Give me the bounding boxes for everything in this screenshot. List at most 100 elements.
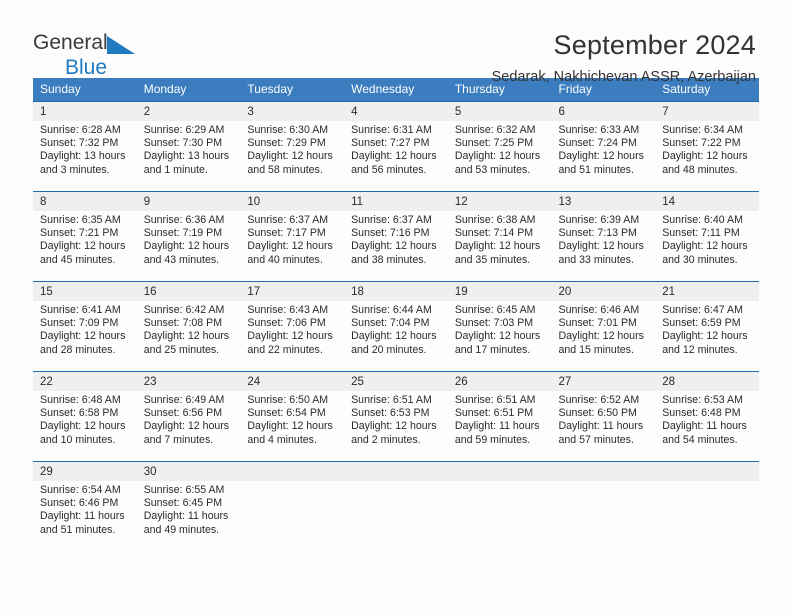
weekday-header-monday: Monday — [136, 78, 241, 101]
day-sun-info: Sunrise: 6:40 AM Sunset: 7:11 PM Daylight:… — [655, 211, 759, 267]
calendar-day-cell[interactable]: 2 Sunrise: 6:29 AM Sunset: 7:30 PM Daylight… — [136, 101, 241, 191]
calendar-day-cell[interactable]: 23 Sunrise: 6:49 AM Sunset: 6:56 PM Dayligh… — [136, 371, 241, 461]
sunset-text: Sunset: 7:08 PM — [143, 317, 223, 330]
calendar-day-cell[interactable]: 12 Sunrise: 6:38 AM Sunset: 7:14 PM Dayligh… — [447, 191, 552, 281]
sunset-text: Sunset: 7:09 PM — [40, 317, 119, 330]
day-sun-info: Sunrise: 6:35 AM Sunset: 7:21 PM Daylight:… — [33, 211, 137, 267]
daylight-text: Daylight: 12 hours — [40, 420, 126, 433]
sunrise-text: Sunrise: 6:41 AM — [40, 304, 121, 316]
day-box: 6 Sunrise: 6:33 AM Sunset: 7:24 PM Daylight… — [551, 101, 656, 187]
calendar-day-cell — [551, 461, 656, 551]
day-box: 30 Sunrise: 6:55 AM Sunset: 6:45 PM Dayligh… — [136, 461, 241, 547]
day-number: 11 — [344, 192, 448, 211]
day-sun-info: Sunrise: 6:54 AM Sunset: 6:46 PM Daylight:… — [33, 481, 137, 537]
calendar-day-cell[interactable]: 30 Sunrise: 6:55 AM Sunset: 6:45 PM Dayligh… — [136, 461, 241, 551]
day-sun-info: Sunrise: 6:34 AM Sunset: 7:22 PM Daylight:… — [655, 121, 759, 177]
day-box: 20 Sunrise: 6:46 AM Sunset: 7:01 PM Dayligh… — [551, 281, 656, 367]
calendar-day-cell[interactable]: 10 Sunrise: 6:37 AM Sunset: 7:17 PM Dayligh… — [240, 191, 345, 281]
day-box: 19 Sunrise: 6:45 AM Sunset: 7:03 PM Dayligh… — [447, 281, 552, 367]
brand-logo[interactable]: General Blue — [33, 26, 183, 79]
sunset-text: Sunset: 7:32 PM — [40, 137, 119, 150]
sunrise-text: Sunrise: 6:28 AM — [40, 124, 121, 136]
calendar-day-cell[interactable]: 4 Sunrise: 6:31 AM Sunset: 7:27 PM Daylight… — [344, 101, 448, 191]
calendar-day-cell[interactable]: 24 Sunrise: 6:50 AM Sunset: 6:54 PM Dayligh… — [240, 371, 345, 461]
sunset-text: Sunset: 6:54 PM — [247, 407, 326, 420]
sunrise-text: Sunrise: 6:31 AM — [351, 124, 432, 136]
brand-name-top: General — [33, 31, 108, 54]
calendar-day-cell[interactable]: 13 Sunrise: 6:39 AM Sunset: 7:13 PM Dayligh… — [551, 191, 656, 281]
daylight-text: Daylight: 12 hours — [40, 330, 126, 343]
calendar-day-cell[interactable]: 26 Sunrise: 6:51 AM Sunset: 6:51 PM Dayligh… — [447, 371, 552, 461]
calendar-day-cell — [344, 461, 448, 551]
day-box: 27 Sunrise: 6:52 AM Sunset: 6:50 PM Dayligh… — [551, 371, 656, 457]
calendar-day-cell[interactable]: 22 Sunrise: 6:48 AM Sunset: 6:58 PM Dayligh… — [33, 371, 137, 461]
calendar-day-cell[interactable]: 18 Sunrise: 6:44 AM Sunset: 7:04 PM Dayligh… — [344, 281, 448, 371]
day-box — [655, 461, 759, 547]
calendar-day-cell[interactable]: 19 Sunrise: 6:45 AM Sunset: 7:03 PM Dayligh… — [447, 281, 552, 371]
calendar-day-cell[interactable]: 6 Sunrise: 6:33 AM Sunset: 7:24 PM Daylight… — [551, 101, 656, 191]
sunset-text: Sunset: 7:16 PM — [351, 227, 430, 240]
sunrise-text: Sunrise: 6:48 AM — [40, 394, 121, 406]
sunrise-text: Sunrise: 6:42 AM — [143, 304, 225, 316]
day-number: 17 — [240, 282, 345, 301]
calendar-day-cell[interactable]: 14 Sunrise: 6:40 AM Sunset: 7:11 PM Dayligh… — [655, 191, 759, 281]
calendar-day-cell[interactable]: 16 Sunrise: 6:42 AM Sunset: 7:08 PM Dayligh… — [136, 281, 241, 371]
day-number: 5 — [447, 102, 552, 121]
sunrise-text: Sunrise: 6:36 AM — [143, 214, 225, 226]
calendar-day-cell[interactable]: 27 Sunrise: 6:52 AM Sunset: 6:50 PM Dayligh… — [551, 371, 656, 461]
sunset-text: Sunset: 7:14 PM — [454, 227, 534, 240]
day-sun-info: Sunrise: 6:39 AM Sunset: 7:13 PM Daylight:… — [552, 211, 656, 267]
day-sun-info — [655, 481, 759, 484]
page-title: September 2024 — [553, 30, 756, 60]
daylight-text: Daylight: 13 hours — [40, 150, 126, 163]
sunset-text: Sunset: 7:17 PM — [247, 227, 326, 240]
day-number: 4 — [344, 102, 448, 121]
calendar-day-cell[interactable]: 5 Sunrise: 6:32 AM Sunset: 7:25 PM Daylight… — [447, 101, 552, 191]
day-box: 18 Sunrise: 6:44 AM Sunset: 7:04 PM Dayligh… — [344, 281, 448, 367]
calendar-day-cell[interactable]: 9 Sunrise: 6:36 AM Sunset: 7:19 PM Daylight… — [136, 191, 241, 281]
daylight-text: and 33 minutes. — [558, 253, 634, 266]
weekday-header-wednesday: Wednesday — [344, 78, 448, 101]
calendar-day-cell[interactable]: 25 Sunrise: 6:51 AM Sunset: 6:53 PM Dayligh… — [344, 371, 448, 461]
day-box: 2 Sunrise: 6:29 AM Sunset: 7:30 PM Daylight… — [136, 101, 241, 187]
day-number: 3 — [240, 102, 345, 121]
calendar-day-cell[interactable]: 8 Sunrise: 6:35 AM Sunset: 7:21 PM Daylight… — [33, 191, 137, 281]
calendar-day-cell[interactable]: 7 Sunrise: 6:34 AM Sunset: 7:22 PM Daylight… — [655, 101, 759, 191]
day-box: 3 Sunrise: 6:30 AM Sunset: 7:29 PM Daylight… — [240, 101, 345, 187]
daylight-text: and 57 minutes. — [558, 433, 634, 446]
calendar-day-cell[interactable]: 11 Sunrise: 6:37 AM Sunset: 7:16 PM Dayligh… — [344, 191, 448, 281]
sunset-text: Sunset: 7:27 PM — [351, 137, 430, 150]
day-sun-info: Sunrise: 6:55 AM Sunset: 6:45 PM Daylight:… — [137, 481, 241, 537]
day-box: 12 Sunrise: 6:38 AM Sunset: 7:14 PM Dayligh… — [447, 191, 552, 277]
day-sun-info: Sunrise: 6:33 AM Sunset: 7:24 PM Daylight:… — [552, 121, 656, 177]
day-sun-info: Sunrise: 6:51 AM Sunset: 6:53 PM Daylight:… — [344, 391, 448, 447]
calendar-day-cell[interactable]: 3 Sunrise: 6:30 AM Sunset: 7:29 PM Daylight… — [240, 101, 345, 191]
day-number — [447, 462, 552, 481]
day-box: 15 Sunrise: 6:41 AM Sunset: 7:09 PM Dayligh… — [33, 281, 137, 367]
sunset-text: Sunset: 6:46 PM — [40, 497, 119, 510]
calendar-day-cell[interactable]: 1 Sunrise: 6:28 AM Sunset: 7:32 PM Daylight… — [33, 101, 137, 191]
daylight-text: and 53 minutes. — [454, 163, 531, 176]
day-sun-info — [448, 481, 552, 484]
daylight-text: and 4 minutes. — [247, 433, 317, 446]
day-sun-info: Sunrise: 6:51 AM Sunset: 6:51 PM Daylight:… — [448, 391, 552, 447]
day-box: 11 Sunrise: 6:37 AM Sunset: 7:16 PM Dayligh… — [344, 191, 448, 277]
daylight-text: Daylight: 13 hours — [143, 150, 230, 163]
weekday-header-tuesday: Tuesday — [240, 78, 345, 101]
day-number: 7 — [655, 102, 759, 121]
day-box: 26 Sunrise: 6:51 AM Sunset: 6:51 PM Dayligh… — [447, 371, 552, 457]
daylight-text: Daylight: 11 hours — [454, 420, 540, 433]
calendar-day-cell[interactable]: 17 Sunrise: 6:43 AM Sunset: 7:06 PM Dayligh… — [240, 281, 345, 371]
calendar-day-cell[interactable]: 29 Sunrise: 6:54 AM Sunset: 6:46 PM Dayligh… — [33, 461, 137, 551]
calendar-day-cell[interactable]: 20 Sunrise: 6:46 AM Sunset: 7:01 PM Dayligh… — [551, 281, 656, 371]
day-number: 22 — [33, 372, 137, 391]
daylight-text: and 43 minutes. — [143, 253, 220, 266]
sunrise-text: Sunrise: 6:54 AM — [40, 484, 121, 496]
daylight-text: Daylight: 12 hours — [351, 150, 437, 163]
sunrise-text: Sunrise: 6:44 AM — [351, 304, 432, 316]
daylight-text: Daylight: 12 hours — [247, 150, 333, 163]
calendar-day-cell[interactable]: 21 Sunrise: 6:47 AM Sunset: 6:59 PM Dayligh… — [655, 281, 759, 371]
calendar-day-cell[interactable]: 28 Sunrise: 6:53 AM Sunset: 6:48 PM Dayligh… — [655, 371, 759, 461]
daylight-text: Daylight: 12 hours — [351, 420, 437, 433]
calendar-day-cell[interactable]: 15 Sunrise: 6:41 AM Sunset: 7:09 PM Dayligh… — [33, 281, 137, 371]
